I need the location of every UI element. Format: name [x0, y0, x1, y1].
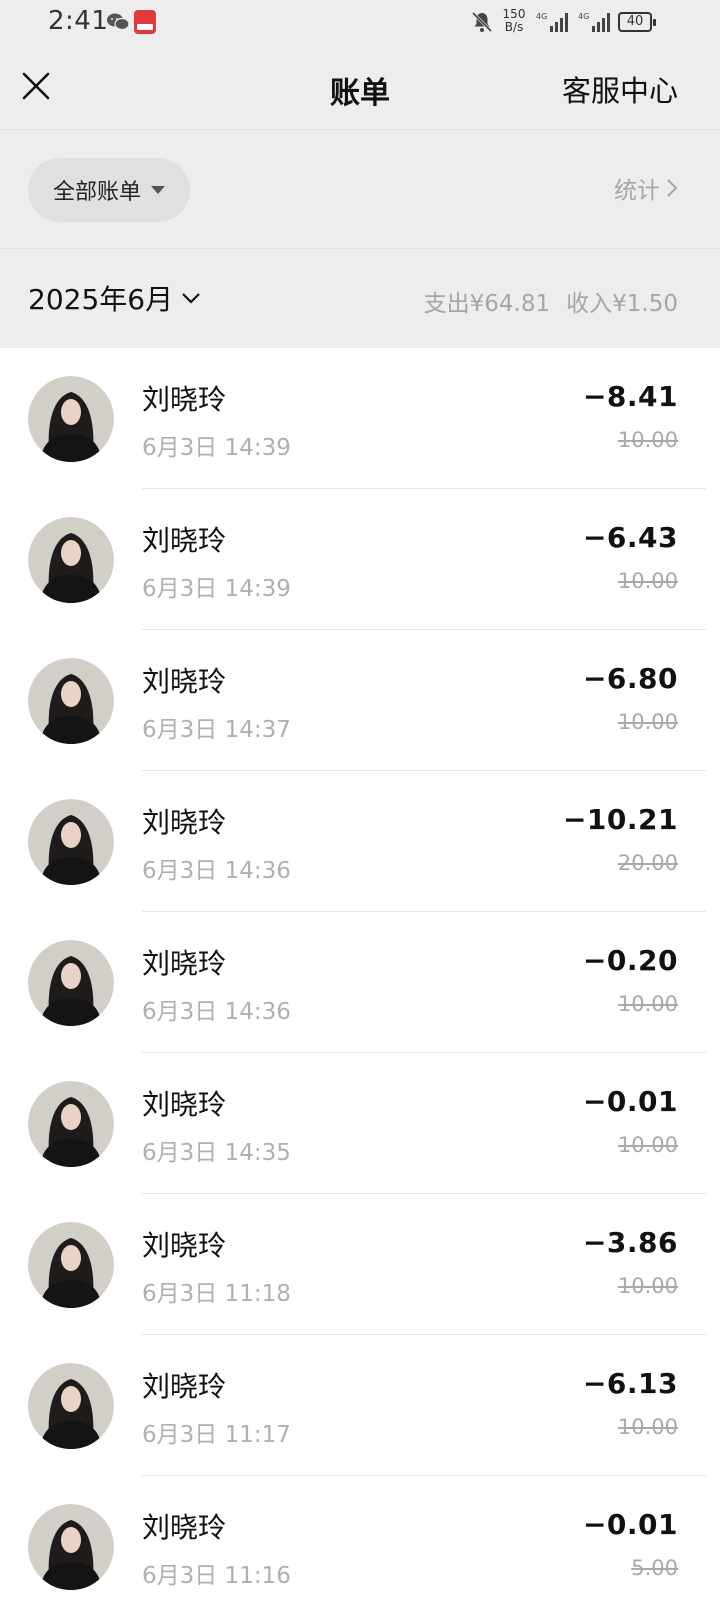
expense-total: 支出¥64.81: [423, 291, 551, 317]
payee-name: 刘晓玲: [142, 1088, 227, 1121]
avatar: [28, 658, 114, 744]
payee-name: 刘晓玲: [142, 1370, 227, 1403]
month-selector[interactable]: 2025年6月: [28, 278, 201, 318]
avatar: [28, 799, 114, 885]
transaction-item[interactable]: 刘晓玲 6月3日 11:17 −6.13 10.00: [0, 1335, 720, 1476]
chevron-right-icon: [667, 179, 678, 197]
transaction-time: 6月3日 14:39: [142, 576, 291, 602]
statistics-label: 统计: [614, 178, 660, 204]
customer-service-link[interactable]: 客服中心: [562, 68, 678, 110]
battery-icon: 40: [618, 12, 656, 32]
svg-text:4G: 4G: [578, 12, 589, 21]
transaction-item[interactable]: 刘晓玲 6月3日 14:36 −0.20 10.00: [0, 912, 720, 1053]
original-amount: 10.00: [617, 710, 678, 734]
transaction-amount: −0.20: [582, 944, 678, 977]
payee-name: 刘晓玲: [142, 1229, 227, 1262]
avatar: [28, 1081, 114, 1167]
transaction-item[interactable]: 刘晓玲 6月3日 14:36 −10.21 20.00: [0, 771, 720, 912]
payee-name: 刘晓玲: [142, 665, 227, 698]
signal-icon: 4G: [536, 12, 568, 32]
avatar: [28, 376, 114, 462]
status-time: 2:41: [48, 6, 109, 36]
network-speed: 150 B/s: [502, 7, 526, 34]
transaction-item[interactable]: 刘晓玲 6月3日 14:39 −8.41 10.00: [0, 348, 720, 489]
transaction-amount: −6.43: [582, 521, 678, 554]
transaction-item[interactable]: 刘晓玲 6月3日 14:39 −6.43 10.00: [0, 489, 720, 630]
payee-name: 刘晓玲: [142, 947, 227, 980]
transaction-item[interactable]: 刘晓玲 6月3日 14:37 −6.80 10.00: [0, 630, 720, 771]
month-summary: 支出¥64.81 收入¥1.50: [424, 284, 678, 318]
transaction-amount: −8.41: [582, 380, 678, 413]
app-icon: [134, 10, 156, 34]
transaction-amount: −10.21: [562, 803, 678, 836]
avatar: [28, 1222, 114, 1308]
original-amount: 20.00: [617, 851, 678, 875]
bell-mute-icon: [471, 11, 493, 33]
transaction-amount: −0.01: [582, 1508, 678, 1541]
svg-text:4G: 4G: [536, 12, 547, 21]
month-header: 2025年6月 支出¥64.81 收入¥1.50: [0, 250, 720, 348]
avatar: [28, 517, 114, 603]
transaction-amount: −3.86: [582, 1226, 678, 1259]
caret-down-icon: [151, 186, 165, 194]
wechat-icon: [107, 13, 130, 31]
month-label: 2025年6月: [28, 283, 174, 316]
original-amount: 10.00: [617, 1133, 678, 1157]
avatar: [28, 940, 114, 1026]
transaction-item[interactable]: 刘晓玲 6月3日 11:18 −3.86 10.00: [0, 1194, 720, 1335]
transaction-amount: −0.01: [582, 1085, 678, 1118]
original-amount: 10.00: [617, 1415, 678, 1439]
payee-name: 刘晓玲: [142, 383, 227, 416]
transaction-time: 6月3日 11:16: [142, 1563, 291, 1589]
transaction-time: 6月3日 14:35: [142, 1140, 291, 1166]
avatar: [28, 1504, 114, 1590]
transaction-item[interactable]: 刘晓玲 6月3日 11:16 −0.01 5.00: [0, 1476, 720, 1600]
transaction-amount: −6.13: [582, 1367, 678, 1400]
original-amount: 10.00: [617, 569, 678, 593]
signal-icon: 4G: [578, 12, 610, 32]
transaction-time: 6月3日 14:36: [142, 858, 291, 884]
original-amount: 10.00: [617, 992, 678, 1016]
transaction-time: 6月3日 11:17: [142, 1422, 291, 1448]
transaction-time: 6月3日 14:39: [142, 435, 291, 461]
transaction-item[interactable]: 刘晓玲 6月3日 14:35 −0.01 10.00: [0, 1053, 720, 1194]
income-total: 收入¥1.50: [566, 291, 678, 317]
nav-bar: 账单 客服中心: [0, 44, 720, 130]
transaction-amount: −6.80: [582, 662, 678, 695]
original-amount: 10.00: [617, 428, 678, 452]
status-bar: 2:41 150 B/s 4G 4G 40: [0, 0, 720, 44]
transaction-time: 6月3日 14:36: [142, 999, 291, 1025]
original-amount: 10.00: [617, 1274, 678, 1298]
bill-filter-label: 全部账单: [52, 180, 141, 205]
payee-name: 刘晓玲: [142, 806, 227, 839]
bill-filter-dropdown[interactable]: 全部账单: [28, 158, 190, 222]
transaction-list: 刘晓玲 6月3日 14:39 −8.41 10.00 刘晓玲 6月3日 14:3…: [0, 348, 720, 1600]
transaction-time: 6月3日 14:37: [142, 717, 291, 743]
original-amount: 5.00: [631, 1556, 678, 1580]
payee-name: 刘晓玲: [142, 524, 227, 557]
payee-name: 刘晓玲: [142, 1511, 227, 1544]
transaction-time: 6月3日 11:18: [142, 1281, 291, 1307]
filter-row: 全部账单 统计: [0, 131, 720, 249]
avatar: [28, 1363, 114, 1449]
statistics-link[interactable]: 统计: [614, 171, 678, 205]
chevron-down-icon: [182, 293, 200, 304]
